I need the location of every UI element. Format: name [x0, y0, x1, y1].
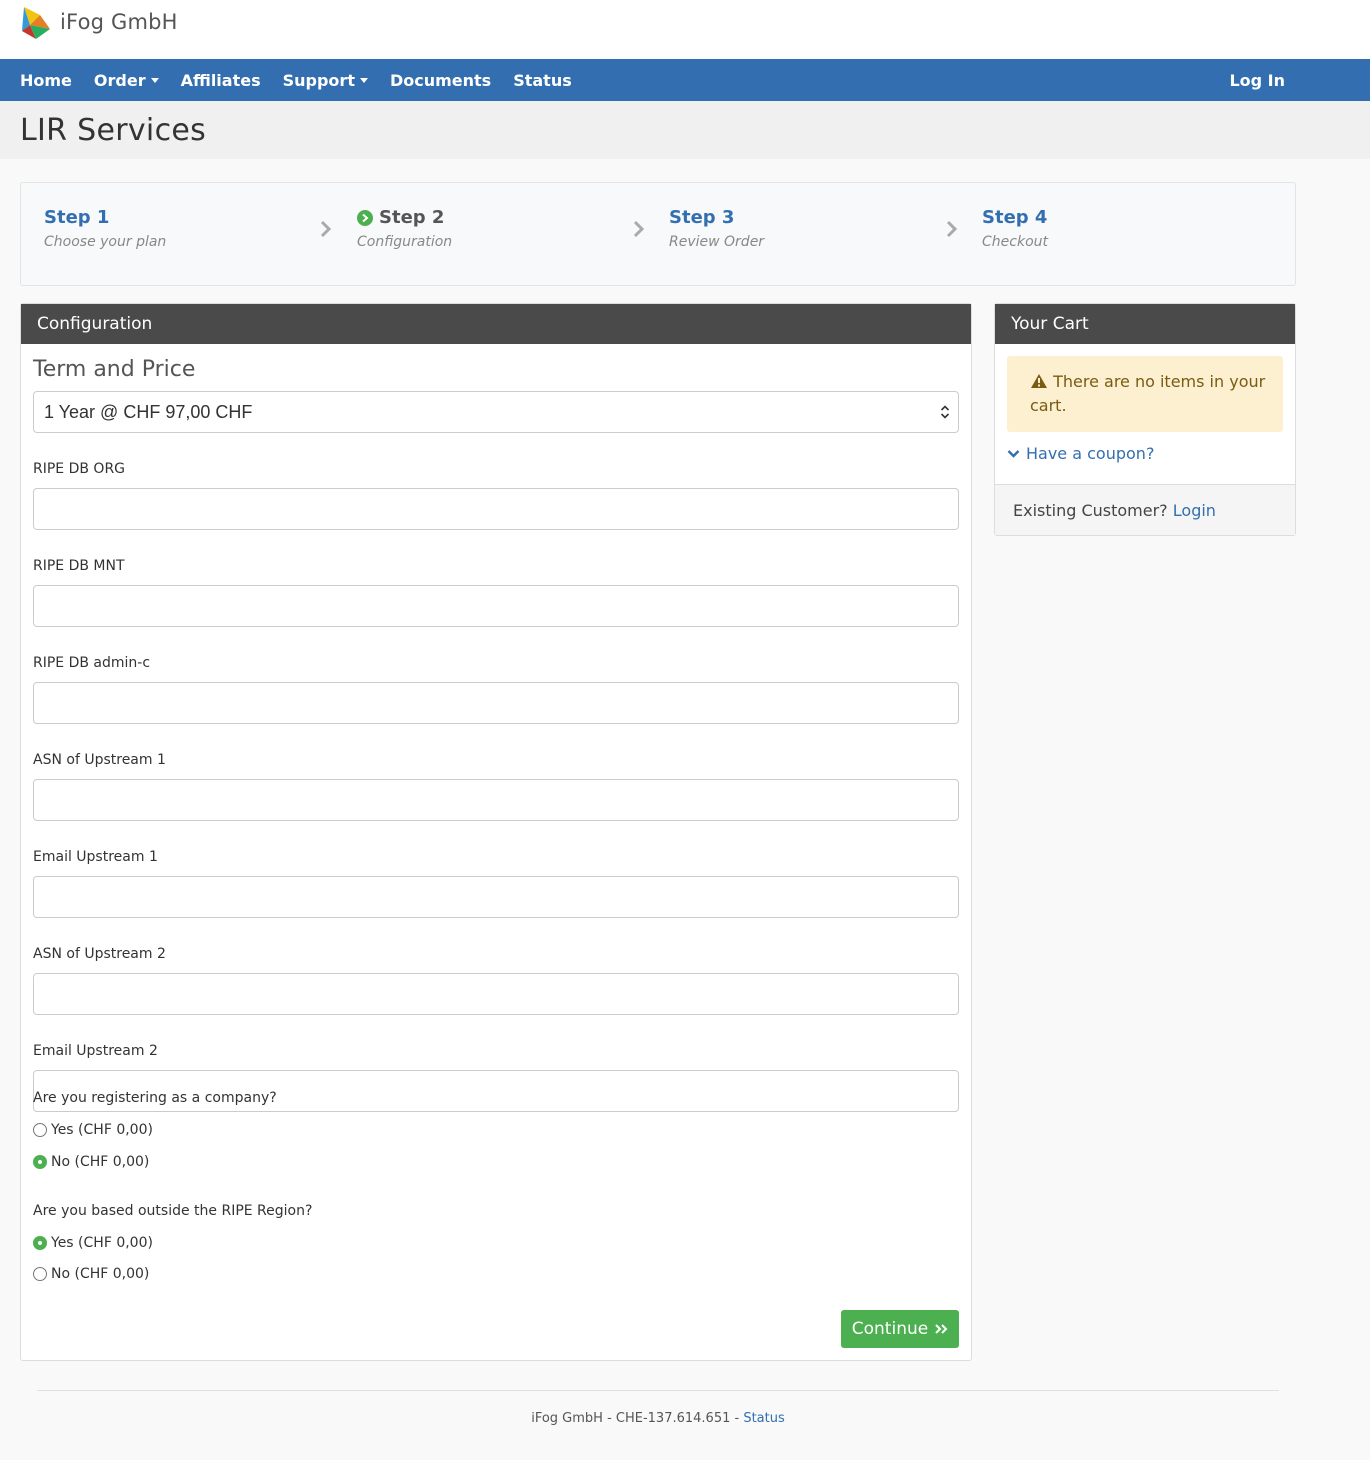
- step-2-subtitle: Configuration: [357, 234, 453, 250]
- step-4-subtitle: Checkout: [982, 234, 1048, 250]
- order-steps: Step 1 Choose your plan Step 2 Configura…: [20, 182, 1296, 286]
- nav-login[interactable]: Log In: [1218, 59, 1296, 101]
- nav-order-label: Order: [93, 70, 146, 90]
- step-1-title: Step 1: [44, 207, 110, 228]
- radio-company-yes[interactable]: Yes (CHF 0,00): [33, 1122, 153, 1138]
- page-header: LIR Services: [0, 101, 1370, 159]
- nav-home-label: Home: [20, 70, 72, 90]
- coupon-label: Have a coupon?: [1026, 444, 1155, 463]
- radio-checked-icon[interactable]: [33, 1236, 47, 1250]
- question-company: Are you registering as a company?: [33, 1090, 277, 1106]
- radio-checked-icon[interactable]: [33, 1155, 47, 1169]
- radio-company-no[interactable]: No (CHF 0,00): [33, 1154, 149, 1170]
- chevron-right-icon: [320, 220, 332, 238]
- cart-login-link[interactable]: Login: [1173, 501, 1216, 520]
- ripe-db-admin-c-input[interactable]: [33, 682, 959, 724]
- step-1[interactable]: Step 1 Choose your plan: [44, 207, 166, 250]
- empty-cart-alert: There are no items in your cart.: [1007, 356, 1283, 432]
- footer: iFog GmbH - CHE-137.614.651 - Status: [0, 1411, 1316, 1426]
- caret-down-icon: [359, 77, 368, 83]
- ripe-db-org-input[interactable]: [33, 488, 959, 530]
- footer-divider: [37, 1390, 1279, 1391]
- radio-company-yes-label: Yes (CHF 0,00): [51, 1122, 153, 1138]
- brand-name: iFog GmbH: [60, 10, 178, 34]
- radio-region-yes[interactable]: Yes (CHF 0,00): [33, 1235, 153, 1251]
- step-1-subtitle: Choose your plan: [44, 234, 167, 250]
- nav-support-label: Support: [282, 70, 355, 90]
- step-2-title: Step 2: [379, 207, 445, 228]
- nav-home[interactable]: Home: [0, 59, 83, 101]
- footer-company-text: iFog GmbH - CHE-137.614.651 -: [531, 1411, 744, 1426]
- step-2: Step 2 Configuration: [357, 207, 452, 250]
- brand-logo[interactable]: iFog GmbH: [20, 5, 178, 39]
- configuration-body: Term and Price 1 Year @ CHF 97,00 CHF RI…: [21, 357, 971, 1112]
- chevron-down-icon: [1007, 449, 1020, 458]
- asn-upstream-1-input[interactable]: [33, 779, 959, 821]
- existing-customer-text: Existing Customer?: [1013, 500, 1168, 520]
- nav-login-label: Log In: [1229, 70, 1285, 90]
- empty-cart-message: There are no items in your cart.: [1030, 372, 1266, 415]
- coupon-toggle[interactable]: Have a coupon?: [1007, 444, 1283, 463]
- cart-panel: Your Cart There are no items in your car…: [994, 303, 1296, 536]
- asn-upstream-2-input[interactable]: [33, 973, 959, 1015]
- chevron-right-icon: [946, 220, 958, 238]
- radio-company-no-label: No (CHF 0,00): [51, 1154, 150, 1170]
- nav-documents[interactable]: Documents: [379, 59, 502, 101]
- field-label-email-upstream-1: Email Upstream 1: [33, 849, 158, 865]
- field-label-ripe-org: RIPE DB ORG: [33, 461, 126, 477]
- radio-region-yes-label: Yes (CHF 0,00): [51, 1235, 153, 1251]
- double-chevron-right-icon: [935, 1324, 948, 1334]
- radio-unchecked-icon[interactable]: [33, 1123, 47, 1137]
- field-label-asn-upstream-1: ASN of Upstream 1: [33, 752, 166, 768]
- nav-status-label: Status: [513, 70, 572, 90]
- nav-status[interactable]: Status: [502, 59, 583, 101]
- configuration-panel: Configuration Term and Price 1 Year @ CH…: [20, 303, 972, 1361]
- select-arrows-icon: [940, 405, 950, 419]
- radio-unchecked-icon[interactable]: [33, 1267, 47, 1281]
- radio-region-no-label: No (CHF 0,00): [51, 1266, 150, 1282]
- nav-affiliates[interactable]: Affiliates: [170, 59, 272, 101]
- page-title: LIR Services: [20, 112, 207, 148]
- email-upstream-1-input[interactable]: [33, 876, 959, 918]
- step-3[interactable]: Step 3 Review Order: [669, 207, 764, 250]
- ifog-logo-icon: [22, 7, 50, 39]
- step-4-title: Step 4: [982, 207, 1048, 228]
- step-3-title: Step 3: [669, 207, 735, 228]
- existing-customer-bar: Existing Customer? Login: [995, 484, 1295, 535]
- step-3-subtitle: Review Order: [669, 234, 765, 250]
- top-bar: iFog GmbH: [0, 0, 1370, 59]
- warning-icon: [1031, 374, 1047, 388]
- term-price-title: Term and Price: [33, 357, 196, 382]
- nav-support[interactable]: Support: [272, 59, 379, 101]
- continue-button[interactable]: Continue: [841, 1310, 959, 1348]
- main-navbar: Home Order Affiliates Support Documents …: [0, 59, 1370, 101]
- configuration-heading: Configuration: [21, 304, 971, 344]
- check-circle-icon: [357, 209, 373, 226]
- nav-order[interactable]: Order: [83, 59, 170, 101]
- field-label-ripe-admin-c: RIPE DB admin-c: [33, 655, 151, 671]
- caret-down-icon: [150, 77, 159, 83]
- chevron-right-icon: [633, 220, 645, 238]
- ripe-db-mnt-input[interactable]: [33, 585, 959, 627]
- nav-documents-label: Documents: [389, 70, 492, 90]
- step-4[interactable]: Step 4 Checkout: [982, 207, 1048, 250]
- field-label-email-upstream-2: Email Upstream 2: [33, 1043, 158, 1059]
- field-label-ripe-mnt: RIPE DB MNT: [33, 558, 125, 574]
- step-2-title-row: Step 2: [357, 207, 452, 228]
- question-ripe-region: Are you based outside the RIPE Region?: [33, 1203, 313, 1219]
- term-price-select[interactable]: 1 Year @ CHF 97,00 CHF: [33, 391, 959, 433]
- term-price-selected: 1 Year @ CHF 97,00 CHF: [44, 401, 253, 422]
- continue-label: Continue: [851, 1319, 929, 1339]
- field-label-asn-upstream-2: ASN of Upstream 2: [33, 946, 166, 962]
- footer-status-link[interactable]: Status: [743, 1411, 784, 1426]
- nav-affiliates-label: Affiliates: [180, 70, 261, 90]
- cart-heading: Your Cart: [995, 304, 1295, 344]
- radio-region-no[interactable]: No (CHF 0,00): [33, 1266, 149, 1282]
